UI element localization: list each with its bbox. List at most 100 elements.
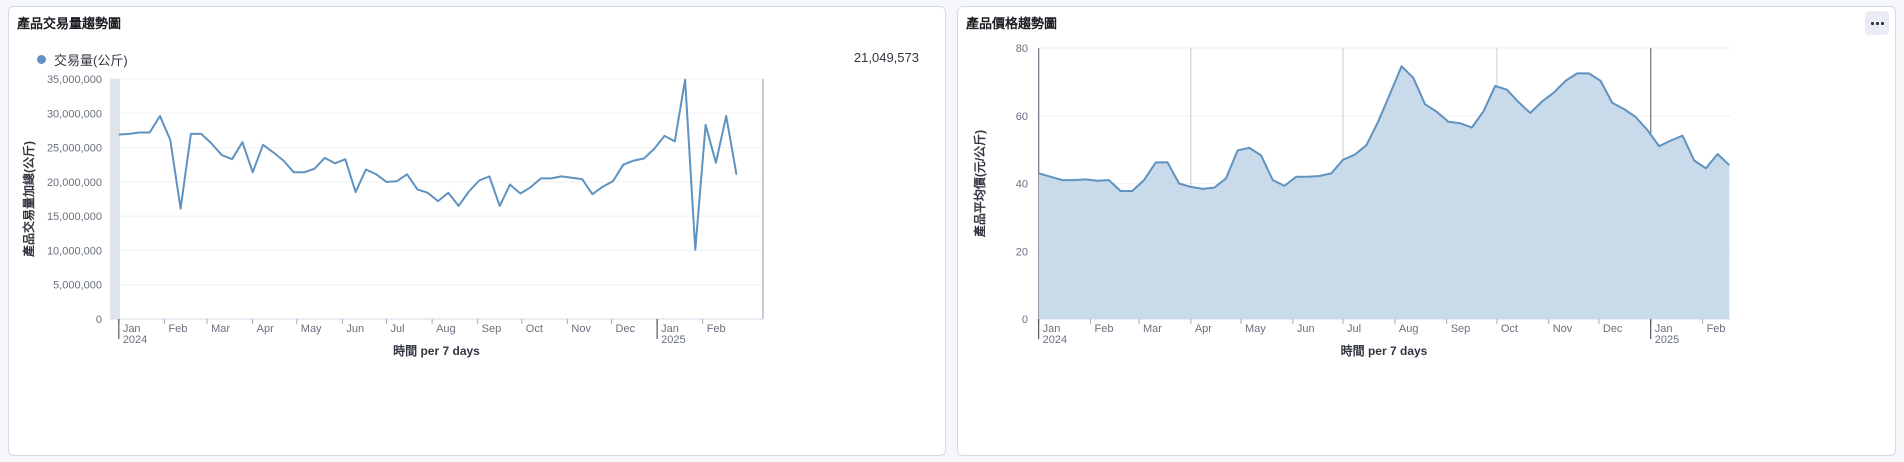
x-tick-label: Apr	[1195, 323, 1212, 335]
data-point	[1575, 71, 1580, 76]
data-point	[569, 175, 574, 180]
data-point	[683, 77, 688, 82]
x-tick-label: Sep	[1451, 323, 1471, 335]
series-area	[1038, 66, 1730, 319]
data-point	[1446, 119, 1451, 124]
year-label: 2025	[661, 334, 685, 346]
data-point	[508, 182, 513, 187]
x-tick-label: Mar	[211, 323, 230, 335]
data-point	[1633, 115, 1638, 120]
data-point	[713, 160, 718, 165]
price-area-chart[interactable]: 020406080Jan Feb Mar Apr May Jun Jul Aug Sep Oct N…	[958, 7, 1897, 457]
data-point	[250, 170, 255, 175]
data-point	[734, 172, 739, 177]
data-point	[116, 132, 121, 137]
data-point	[158, 114, 163, 119]
data-point	[1528, 111, 1533, 116]
data-point	[703, 122, 708, 127]
data-point	[1692, 158, 1697, 163]
data-point	[188, 131, 193, 136]
data-point	[1387, 92, 1392, 97]
data-point	[1130, 188, 1135, 193]
data-point	[652, 146, 657, 151]
y-tick-label: 25,000,000	[47, 143, 102, 155]
y-tick-label: 10,000,000	[47, 245, 102, 257]
y-tick-label: 60	[1016, 111, 1028, 123]
data-point	[1341, 157, 1346, 162]
data-point	[1399, 64, 1404, 69]
data-point	[487, 174, 492, 179]
data-point	[590, 192, 595, 197]
data-point	[477, 178, 482, 183]
price-trend-panel: 產品價格趨勢圖 0 20 40 60 80 Jan Feb Mar Apr May Jun Jul Au…	[957, 6, 1896, 456]
data-point	[1294, 174, 1299, 179]
volume-line-chart[interactable]: 0 5,000,000 10,000,000 15,000,000 20,000,000…	[9, 7, 947, 457]
data-point	[1223, 176, 1228, 181]
data-point	[1329, 171, 1334, 176]
x-tick-label: Oct	[526, 323, 543, 335]
y-tick-label: 20	[1016, 246, 1028, 258]
data-point	[425, 190, 430, 195]
y-axis-title: 產品平均價(元/公斤)	[972, 130, 987, 238]
y-tick-label: 0	[96, 314, 102, 326]
data-point	[610, 179, 615, 184]
series-line	[118, 78, 738, 251]
data-point	[1680, 133, 1685, 138]
data-point	[435, 199, 440, 204]
year-label: 2024	[123, 334, 147, 346]
data-point	[549, 176, 554, 181]
data-point	[302, 170, 307, 175]
data-point	[1153, 160, 1158, 165]
data-point	[662, 133, 667, 138]
data-point	[1106, 178, 1111, 183]
x-tick-label: Sep	[482, 323, 502, 335]
data-point	[1598, 78, 1603, 83]
x-tick-label: Mar	[1143, 323, 1162, 335]
data-point	[1095, 178, 1100, 183]
data-point	[1540, 99, 1545, 104]
data-point	[1563, 78, 1568, 83]
data-point	[1481, 109, 1486, 114]
data-point	[1352, 152, 1357, 157]
data-point	[1188, 184, 1193, 189]
data-point	[1703, 166, 1708, 171]
data-point	[291, 170, 296, 175]
volume-trend-panel: 產品交易量趨勢圖 交易量(公斤) 21,049,573 0 5,000,000 10…	[8, 6, 946, 456]
x-tick-label: Feb	[707, 323, 726, 335]
data-point	[1458, 121, 1463, 126]
data-point	[1422, 102, 1427, 107]
data-point	[384, 179, 389, 184]
data-point	[1586, 71, 1591, 76]
data-point	[1048, 174, 1053, 179]
x-tick-label: May	[301, 323, 322, 335]
data-point	[1469, 125, 1474, 130]
x-tick-label: Oct	[1501, 323, 1518, 335]
data-point	[1493, 83, 1498, 88]
data-point	[281, 158, 286, 163]
data-point	[1317, 174, 1322, 179]
data-point	[497, 203, 502, 208]
data-point	[199, 131, 204, 136]
x-tick-label: May	[1245, 323, 1266, 335]
data-point	[1551, 90, 1556, 95]
data-point	[1610, 100, 1615, 105]
data-point	[1071, 178, 1076, 183]
data-point	[1364, 143, 1369, 148]
x-tick-label: Jun	[1297, 323, 1315, 335]
data-point	[147, 130, 152, 135]
data-point	[1657, 144, 1662, 149]
data-point	[1645, 127, 1650, 132]
data-point	[1142, 178, 1147, 183]
data-point	[1036, 171, 1041, 176]
year-label: 2025	[1655, 334, 1679, 346]
data-point	[405, 172, 410, 177]
data-point	[1305, 174, 1310, 179]
data-point	[466, 189, 471, 194]
data-point	[374, 172, 379, 177]
x-tick-label: Aug	[436, 323, 456, 335]
data-point	[1668, 138, 1673, 143]
data-point	[240, 140, 245, 145]
x-tick-label: Dec	[616, 323, 636, 335]
data-point	[127, 131, 132, 136]
x-tick-label: Jul	[1347, 323, 1361, 335]
